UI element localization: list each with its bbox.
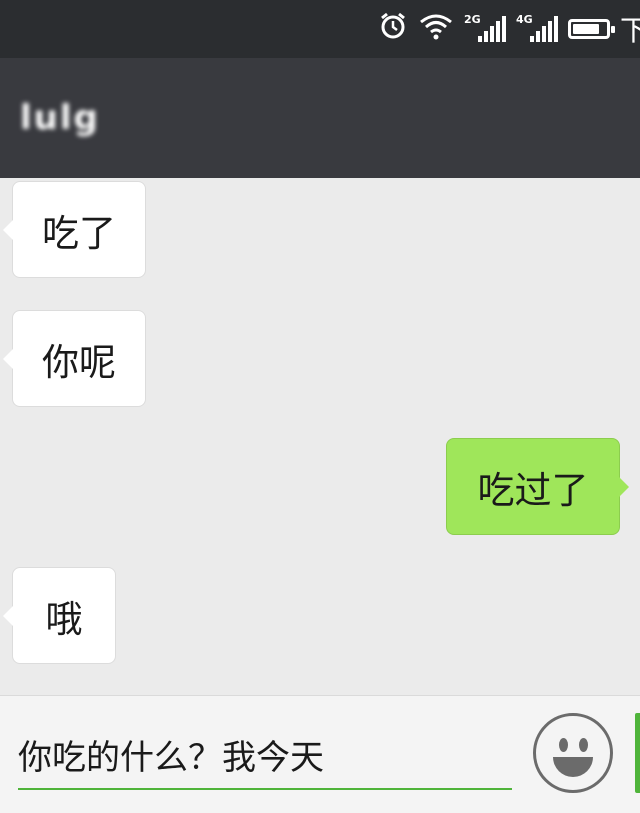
signal-2g-label: 2G xyxy=(463,13,481,26)
contact-name[interactable]: lulg xyxy=(20,98,100,138)
signal-4g-icon: 4G xyxy=(515,13,558,42)
alarm-clock-icon xyxy=(378,11,408,48)
battery-level xyxy=(572,24,599,34)
message-input[interactable] xyxy=(18,726,512,790)
chat-title-bar: lulg xyxy=(0,58,640,178)
battery-icon xyxy=(567,19,615,39)
message-bubble-incoming[interactable]: 吃了 xyxy=(3,181,146,278)
message-list[interactable]: 吃了 你呢 吃过了 哦 xyxy=(0,178,640,695)
input-bar xyxy=(0,695,640,813)
send-button-edge[interactable] xyxy=(635,713,640,793)
message-bubble-outgoing[interactable]: 吃过了 xyxy=(446,438,629,535)
status-time-fragment: 下 xyxy=(619,14,640,47)
smiley-face-icon[interactable] xyxy=(533,713,613,793)
status-bar: 2G 4G 下 xyxy=(0,0,640,58)
wifi-icon xyxy=(418,12,454,47)
message-bubble-incoming[interactable]: 哦 xyxy=(3,567,116,664)
signal-2g-icon: 2G xyxy=(463,13,506,42)
message-bubble-incoming[interactable]: 你呢 xyxy=(3,310,146,407)
signal-4g-label: 4G xyxy=(515,13,533,26)
status-icons: 2G 4G 下 xyxy=(378,11,640,48)
